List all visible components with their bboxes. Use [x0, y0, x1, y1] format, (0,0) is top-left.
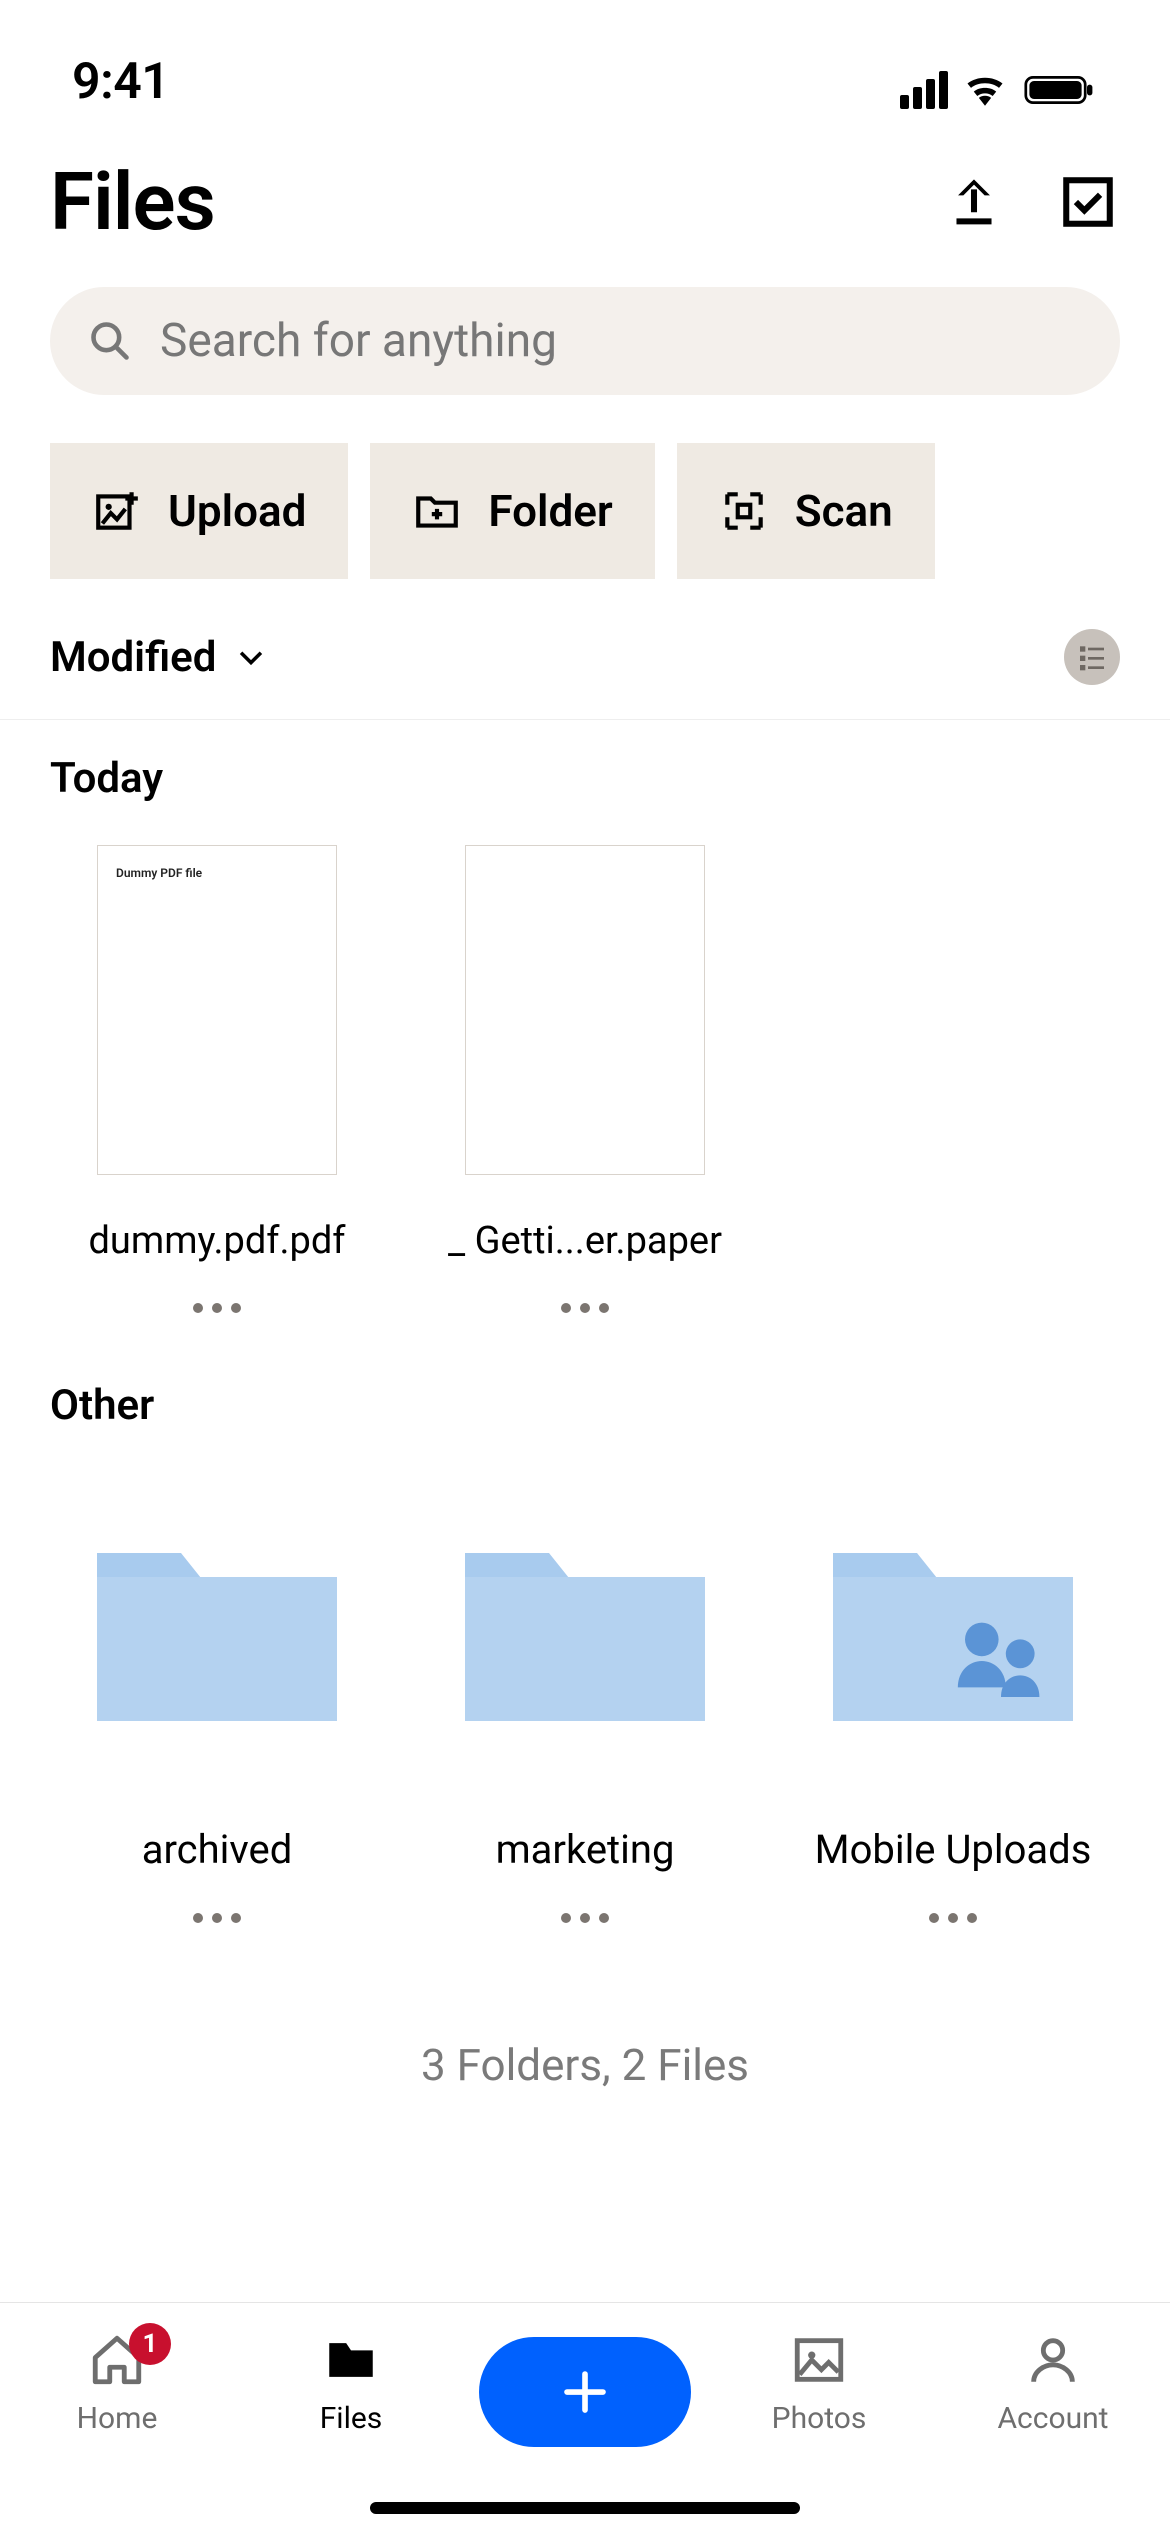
- tab-files[interactable]: Files: [261, 2331, 441, 2436]
- tab-label: Files: [320, 2401, 383, 2436]
- status-bar: 9:41: [0, 0, 1170, 135]
- sort-dropdown[interactable]: Modified: [50, 633, 268, 682]
- file-name: dummy.pdf.pdf: [88, 1219, 345, 1263]
- tab-label: Home: [77, 2401, 158, 2436]
- tab-home[interactable]: Home 1: [27, 2331, 207, 2436]
- tab-photos[interactable]: Photos: [729, 2331, 909, 2436]
- more-menu-button[interactable]: [561, 1303, 609, 1313]
- upload-icon: [945, 173, 1003, 231]
- tab-bar: Home 1 Files Photos Account: [0, 2302, 1170, 2532]
- summary-text: 3 Folders, 2 Files: [50, 2039, 1120, 2091]
- search-container: Search for anything: [0, 259, 1170, 395]
- scan-label: Scan: [795, 485, 893, 537]
- folder-name: Mobile Uploads: [815, 1826, 1092, 1873]
- folder-button[interactable]: Folder: [370, 443, 654, 579]
- new-folder-icon: [412, 486, 462, 536]
- cellular-signal-icon: [900, 71, 948, 109]
- account-icon: [1024, 2331, 1082, 2389]
- sort-label: Modified: [50, 633, 216, 682]
- checkbox-icon: [1059, 173, 1117, 231]
- folder-label: Folder: [488, 485, 612, 537]
- tab-label: Account: [997, 2401, 1108, 2436]
- paper-thumbnail: [465, 845, 705, 1175]
- search-icon: [88, 319, 132, 363]
- battery-icon: [1022, 72, 1098, 108]
- folder-icon: [97, 1528, 337, 1722]
- view-toggle-button[interactable]: [1064, 629, 1120, 685]
- tab-label: Photos: [772, 2401, 867, 2436]
- page-title: Files: [50, 155, 215, 249]
- file-item[interactable]: _ Getti...er.paper: [418, 845, 752, 1313]
- wifi-icon: [964, 69, 1006, 111]
- folder-item[interactable]: archived: [50, 1472, 384, 1923]
- more-menu-button[interactable]: [193, 1913, 241, 1923]
- section-other: Other archived marketing Mobile Uploads …: [0, 1313, 1170, 2091]
- folder-icon: [465, 1528, 705, 1722]
- action-buttons: Upload Folder Scan: [0, 395, 1170, 579]
- more-menu-button[interactable]: [929, 1913, 977, 1923]
- sort-bar: Modified: [0, 579, 1170, 720]
- scan-button[interactable]: Scan: [677, 443, 935, 579]
- status-time: 9:41: [72, 53, 169, 111]
- other-grid: archived marketing Mobile Uploads: [50, 1472, 1120, 1923]
- files-icon: [322, 2331, 380, 2389]
- upload-button[interactable]: Upload: [50, 443, 348, 579]
- search-placeholder: Search for anything: [160, 314, 557, 368]
- image-upload-icon: [92, 486, 142, 536]
- plus-icon: [558, 2365, 612, 2419]
- folder-item[interactable]: marketing: [418, 1472, 752, 1923]
- tab-account[interactable]: Account: [963, 2331, 1143, 2436]
- notification-badge: 1: [129, 2323, 171, 2365]
- scan-icon: [719, 486, 769, 536]
- more-menu-button[interactable]: [561, 1913, 609, 1923]
- today-grid: dummy.pdf.pdf _ Getti...er.paper: [50, 845, 1120, 1313]
- select-icon-button[interactable]: [1056, 170, 1120, 234]
- header: Files: [0, 135, 1170, 259]
- fab-button[interactable]: [479, 2337, 691, 2447]
- folder-item[interactable]: Mobile Uploads: [786, 1472, 1120, 1923]
- photos-icon: [790, 2331, 848, 2389]
- other-heading: Other: [50, 1381, 1120, 1430]
- tab-add[interactable]: [495, 2331, 675, 2447]
- search-input[interactable]: Search for anything: [50, 287, 1120, 395]
- upload-label: Upload: [168, 485, 306, 537]
- shared-folder-icon: [833, 1528, 1073, 1722]
- file-name: _ Getti...er.paper: [448, 1219, 722, 1263]
- upload-icon-button[interactable]: [942, 170, 1006, 234]
- file-item[interactable]: dummy.pdf.pdf: [50, 845, 384, 1313]
- more-menu-button[interactable]: [193, 1303, 241, 1313]
- home-indicator: [370, 2502, 800, 2514]
- header-actions: [942, 170, 1120, 234]
- chevron-down-icon: [234, 640, 268, 674]
- folder-name: archived: [142, 1826, 293, 1873]
- folder-name: marketing: [496, 1826, 675, 1873]
- section-today: Today dummy.pdf.pdf _ Getti...er.paper: [0, 720, 1170, 1313]
- today-heading: Today: [50, 754, 1120, 803]
- pdf-thumbnail: [97, 845, 337, 1175]
- status-indicators: [900, 69, 1098, 111]
- list-view-icon: [1076, 641, 1108, 673]
